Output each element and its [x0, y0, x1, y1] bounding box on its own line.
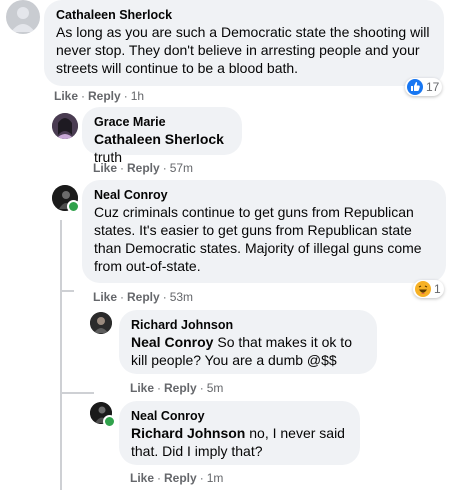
- comment-time[interactable]: 57m: [170, 161, 193, 175]
- comment-author[interactable]: Cathaleen Sherlock: [56, 7, 432, 23]
- like-icon: [407, 79, 423, 95]
- comment-bubble: Neal Conroy Richard Johnson no, I never …: [119, 401, 360, 465]
- avatar[interactable]: [90, 312, 112, 334]
- thread-line: [62, 392, 94, 394]
- like-button[interactable]: Like: [93, 290, 117, 304]
- comment-text: Neal Conroy So that makes it ok to kill …: [131, 334, 352, 368]
- haha-icon: [415, 281, 431, 297]
- reply-button[interactable]: Reply: [127, 161, 160, 175]
- like-button[interactable]: Like: [54, 89, 78, 103]
- like-button[interactable]: Like: [130, 471, 154, 485]
- comment-author[interactable]: Neal Conroy: [94, 187, 434, 203]
- comment-author[interactable]: Grace Marie: [94, 114, 230, 130]
- reaction-count: 1: [434, 282, 441, 296]
- reply-button[interactable]: Reply: [88, 89, 121, 103]
- reply-button[interactable]: Reply: [164, 471, 197, 485]
- comment-time[interactable]: 1h: [131, 89, 144, 103]
- reply-button[interactable]: Reply: [164, 381, 197, 395]
- default-avatar-icon: [11, 7, 35, 32]
- like-button[interactable]: Like: [130, 381, 154, 395]
- comment-actions: Like · Reply · 57m: [93, 161, 194, 175]
- comment-text: Richard Johnson no, I never said that. D…: [131, 425, 345, 459]
- comment-actions: Like · Reply · 53m: [93, 290, 194, 304]
- online-status-icon: [103, 415, 116, 428]
- comment-time[interactable]: 5m: [207, 381, 224, 395]
- comment-bubble: Richard Johnson Neal Conroy So that make…: [119, 310, 377, 374]
- like-button[interactable]: Like: [93, 161, 117, 175]
- comment-actions: Like · Reply · 1m: [130, 471, 224, 485]
- reaction-summary[interactable]: 17: [405, 78, 443, 96]
- online-status-icon: [67, 200, 80, 213]
- mention-link[interactable]: Cathaleen Sherlock: [94, 131, 224, 147]
- avatar[interactable]: [6, 0, 40, 34]
- comment-text: As long as you are such a Democratic sta…: [56, 24, 430, 76]
- comment-bubble: Cathaleen Sherlock As long as you are su…: [44, 0, 444, 86]
- comment-bubble: Neal Conroy Cuz criminals continue to ge…: [82, 180, 446, 283]
- comment-actions: Like · Reply · 5m: [130, 381, 224, 395]
- reply-button[interactable]: Reply: [127, 290, 160, 304]
- mention-link[interactable]: Richard Johnson: [131, 425, 245, 441]
- comment-text: Cuz criminals continue to get guns from …: [94, 204, 422, 274]
- profile-photo-icon: [52, 113, 78, 139]
- reaction-summary[interactable]: 1: [413, 280, 444, 298]
- avatar[interactable]: [52, 113, 78, 139]
- reaction-count: 17: [426, 80, 440, 94]
- mention-link[interactable]: Neal Conroy: [131, 334, 213, 350]
- profile-photo-icon: [90, 312, 112, 334]
- comment-actions: Like · Reply · 1h: [54, 89, 145, 103]
- comment-time[interactable]: 1m: [207, 471, 224, 485]
- thread-line: [60, 220, 62, 490]
- comment-time[interactable]: 53m: [170, 290, 193, 304]
- comment-author[interactable]: Neal Conroy: [131, 408, 348, 424]
- comment-author[interactable]: Richard Johnson: [131, 317, 365, 333]
- comment-bubble: Grace Marie Cathaleen Sherlock truth: [82, 107, 242, 165]
- thread-line: [60, 290, 74, 292]
